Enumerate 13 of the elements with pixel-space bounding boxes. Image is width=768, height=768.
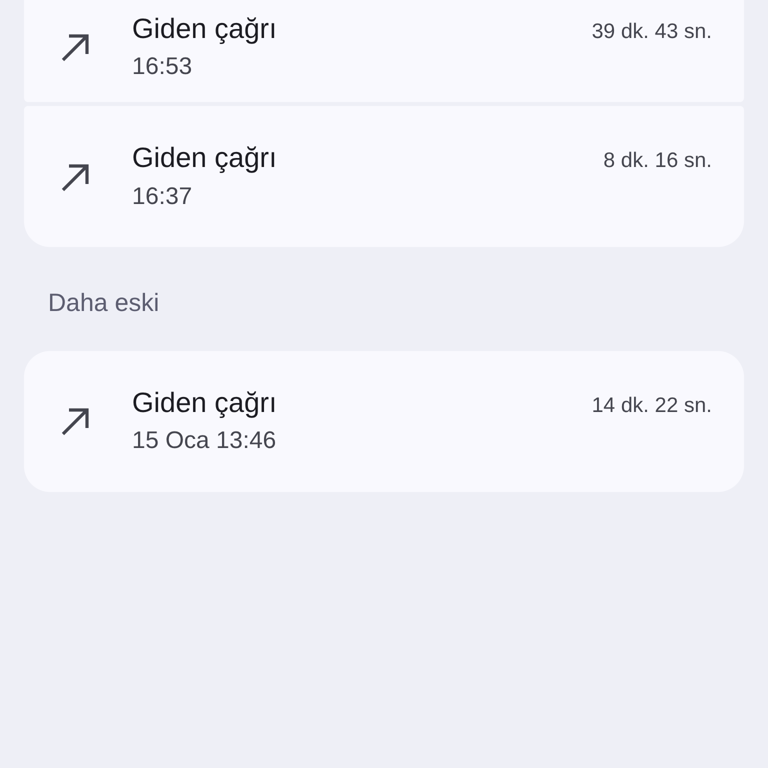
call-duration: 8 dk. 16 sn. — [603, 148, 712, 174]
call-duration: 14 dk. 22 sn. — [592, 392, 712, 419]
call-log-item[interactable]: Giden çağrı 14 dk. 22 sn. 15 Oca 13:46 — [24, 350, 744, 492]
call-type: Giden çağrı — [132, 141, 277, 176]
call-type: Giden çağrı — [132, 386, 277, 420]
call-time: 16:53 — [132, 52, 194, 82]
call-type: Giden çağrı — [132, 12, 277, 46]
call-log-item[interactable]: Giden çağrı 8 dk. 16 sn. 16:37 — [24, 106, 744, 247]
call-time: 16:37 — [132, 182, 194, 212]
call-time: 15 Oca 13:46 — [132, 426, 278, 456]
call-duration: 39 dk. 43 sn. — [592, 18, 712, 45]
call-log-item[interactable]: Giden çağrı 39 dk. 43 sn. 16:53 — [24, 0, 744, 102]
section-header: Daha eski — [47, 288, 160, 319]
